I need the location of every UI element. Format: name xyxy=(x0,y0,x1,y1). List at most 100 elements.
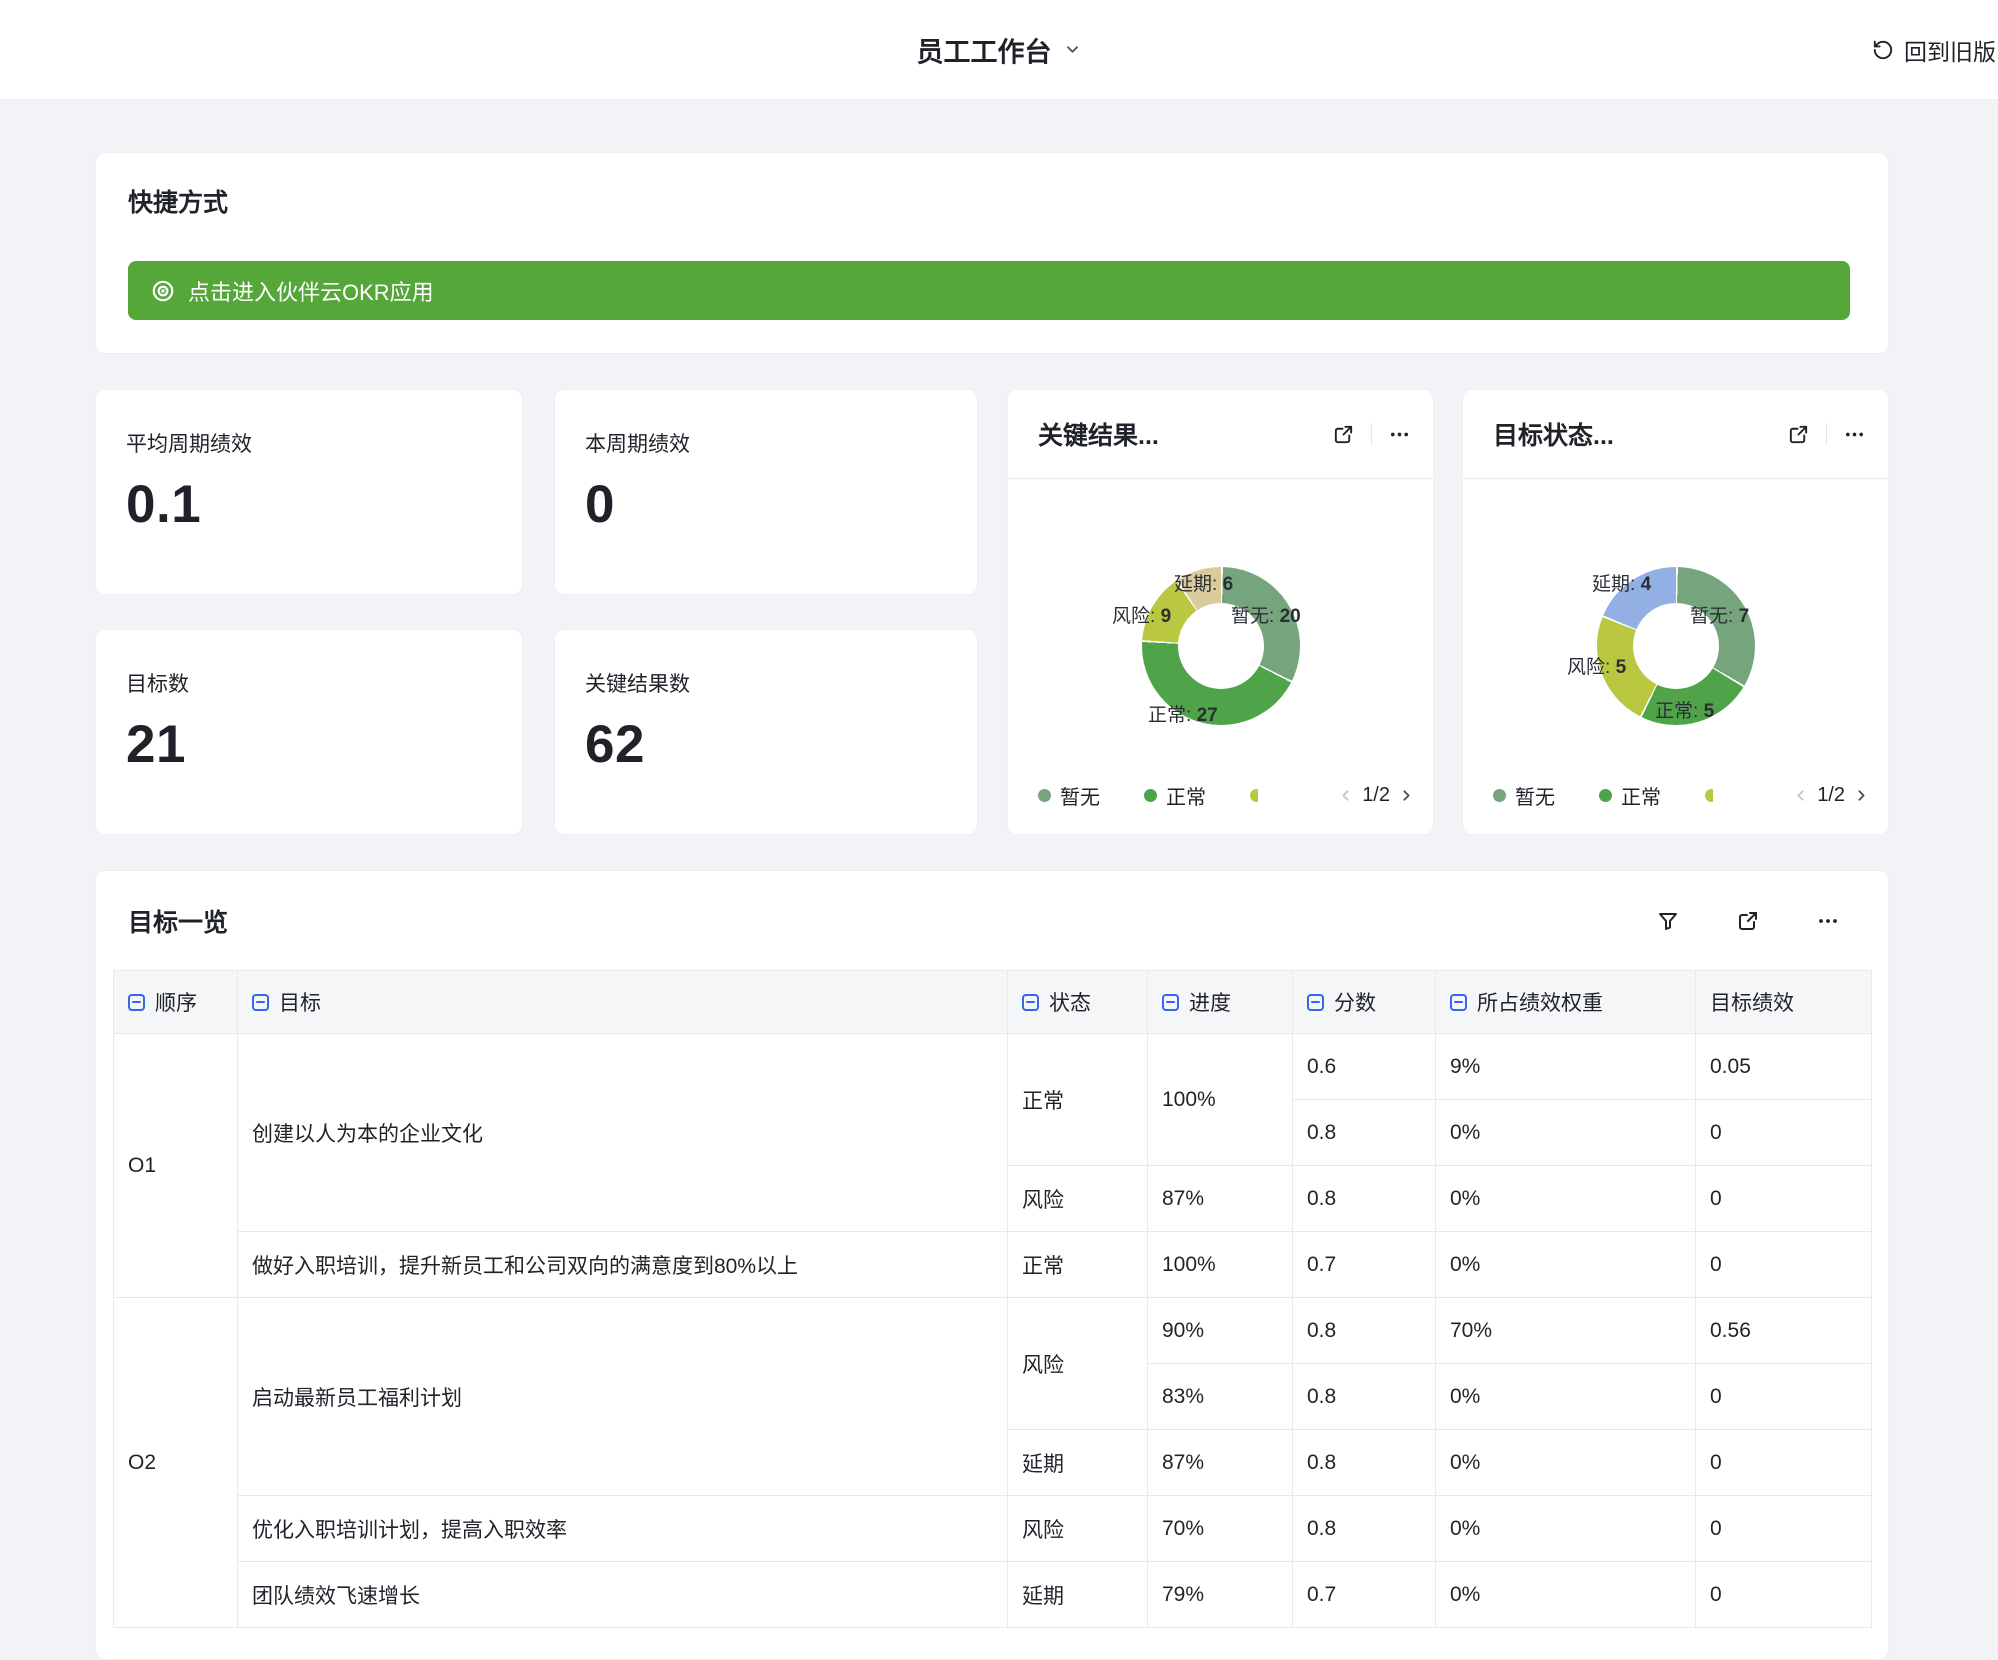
status-cell: 风险 xyxy=(1008,1298,1148,1430)
page-indicator: 1/2 xyxy=(1817,784,1845,807)
more-icon[interactable] xyxy=(1816,909,1840,933)
donut-label: 风险: 5 xyxy=(1567,652,1626,679)
legend-item[interactable]: 正常 xyxy=(1144,781,1206,810)
shortcuts-title: 快捷方式 xyxy=(128,183,1888,219)
prev-page-icon[interactable] xyxy=(1792,787,1809,804)
goal-cell: 创建以人为本的企业文化 xyxy=(238,1034,1008,1232)
collapse-column-icon[interactable] xyxy=(1450,994,1467,1011)
stat-card-avg-cycle-performance: 平均周期绩效 0.1 xyxy=(95,389,523,595)
page-indicator: 1/2 xyxy=(1362,784,1390,807)
donut-label: 暂无: 20 xyxy=(1231,601,1301,628)
divider xyxy=(1826,423,1827,445)
column-header-goal: 目标 xyxy=(238,971,1008,1034)
table-row: 团队绩效飞速增长 延期 79% 0.7 0% 0 xyxy=(114,1562,1872,1628)
legend-item[interactable]: 正常 xyxy=(1599,781,1661,810)
next-page-icon[interactable] xyxy=(1398,787,1415,804)
external-link-icon[interactable] xyxy=(1736,909,1760,933)
donut-label: 暂无: 7 xyxy=(1690,601,1749,628)
filter-icon[interactable] xyxy=(1656,909,1680,933)
score-cell: 0.8 xyxy=(1293,1298,1436,1364)
status-cell: 正常 xyxy=(1008,1034,1148,1166)
weight-cell: 0% xyxy=(1436,1562,1696,1628)
progress-cell: 90% xyxy=(1148,1298,1293,1364)
app-header: 员工工作台 回到旧版 xyxy=(0,0,1998,100)
progress-cell: 100% xyxy=(1148,1034,1293,1166)
key-results-chart-card: 关键结果... 延期: 6 暂无: 20 风险: 9 正常: 27 暂无 正常 … xyxy=(1007,389,1434,835)
chart-title: 关键结果... xyxy=(1038,416,1332,452)
legend-dot xyxy=(1144,789,1157,802)
goals-card-header: 目标一览 xyxy=(96,871,1888,970)
legend-label: 正常 xyxy=(1166,781,1206,810)
score-cell: 0.8 xyxy=(1293,1364,1436,1430)
perf-cell: 0 xyxy=(1696,1232,1872,1298)
progress-cell: 79% xyxy=(1148,1562,1293,1628)
weight-cell: 0% xyxy=(1436,1100,1696,1166)
legend-label: 正常 xyxy=(1621,781,1661,810)
progress-cell: 100% xyxy=(1148,1232,1293,1298)
legend-dot xyxy=(1599,789,1612,802)
legend-item[interactable]: 暂无 xyxy=(1493,781,1555,810)
collapse-column-icon[interactable] xyxy=(252,994,269,1011)
legend-label: 暂无 xyxy=(1060,781,1100,810)
order-cell: O2 xyxy=(114,1298,238,1628)
goal-cell: 启动最新员工福利计划 xyxy=(238,1298,1008,1496)
progress-cell: 87% xyxy=(1148,1166,1293,1232)
donut-label: 正常: 27 xyxy=(1148,700,1218,727)
prev-page-icon[interactable] xyxy=(1337,787,1354,804)
chart-body: 延期: 4 暂无: 7 风险: 5 正常: 5 暂无 正常 1/2 xyxy=(1463,479,1888,834)
workspace-switcher[interactable]: 员工工作台 xyxy=(917,30,1082,69)
donut-label: 正常: 5 xyxy=(1655,696,1714,723)
goal-status-chart-card: 目标状态... 延期: 4 暂无: 7 风险: 5 正常: 5 暂无 正常 1/… xyxy=(1462,389,1889,835)
legend-item-partial[interactable] xyxy=(1705,789,1713,802)
chart-card-header: 关键结果... xyxy=(1008,390,1433,479)
chart-legend: 暂无 正常 1/2 xyxy=(1493,780,1870,810)
more-icon[interactable] xyxy=(1843,423,1866,446)
goal-table: 顺序 目标 状态 进度 分数 所占绩效权重 目标绩效 O1 创建以人为本的企业文… xyxy=(113,970,1872,1628)
donut-label: 延期: 6 xyxy=(1174,569,1233,596)
stat-label: 关键结果数 xyxy=(585,668,977,698)
donut-label: 风险: 9 xyxy=(1112,601,1171,628)
status-cell: 延期 xyxy=(1008,1430,1148,1496)
collapse-column-icon[interactable] xyxy=(128,994,145,1011)
legend-dot xyxy=(1705,789,1713,802)
external-link-icon[interactable] xyxy=(1332,423,1355,446)
perf-cell: 0 xyxy=(1696,1430,1872,1496)
perf-cell: 0 xyxy=(1696,1100,1872,1166)
okr-app-button[interactable]: 点击进入伙伴云OKR应用 xyxy=(128,261,1850,320)
back-to-old-version-link[interactable]: 回到旧版 xyxy=(1871,33,1996,67)
legend-item-partial[interactable] xyxy=(1250,789,1258,802)
legend-dot xyxy=(1250,789,1258,802)
weight-cell: 70% xyxy=(1436,1298,1696,1364)
back-to-old-label: 回到旧版 xyxy=(1904,33,1996,67)
column-header-score: 分数 xyxy=(1293,971,1436,1034)
perf-cell: 0 xyxy=(1696,1496,1872,1562)
stat-card-goal-count: 目标数 21 xyxy=(95,629,523,835)
column-header-goal-performance: 目标绩效 xyxy=(1696,971,1872,1034)
collapse-column-icon[interactable] xyxy=(1022,994,1039,1011)
perf-cell: 0.56 xyxy=(1696,1298,1872,1364)
status-cell: 正常 xyxy=(1008,1232,1148,1298)
chart-body: 延期: 6 暂无: 20 风险: 9 正常: 27 暂无 正常 1/2 xyxy=(1008,479,1433,834)
legend-pager: 1/2 xyxy=(1792,784,1870,807)
collapse-column-icon[interactable] xyxy=(1307,994,1324,1011)
status-cell: 风险 xyxy=(1008,1166,1148,1232)
chart-legend: 暂无 正常 1/2 xyxy=(1038,780,1415,810)
page-title: 员工工作台 xyxy=(917,30,1052,69)
legend-label: 暂无 xyxy=(1515,781,1555,810)
score-cell: 0.8 xyxy=(1293,1166,1436,1232)
stat-value: 0 xyxy=(585,474,977,535)
next-page-icon[interactable] xyxy=(1853,787,1870,804)
goals-overview-card: 目标一览 顺序 目标 状态 进度 分数 所占绩效权重 目标绩效 O1 创建以人为… xyxy=(95,870,1889,1660)
more-icon[interactable] xyxy=(1388,423,1411,446)
shortcuts-card: 快捷方式 点击进入伙伴云OKR应用 xyxy=(95,152,1889,354)
legend-pager: 1/2 xyxy=(1337,784,1415,807)
collapse-column-icon[interactable] xyxy=(1162,994,1179,1011)
legend-item[interactable]: 暂无 xyxy=(1038,781,1100,810)
external-link-icon[interactable] xyxy=(1787,423,1810,446)
target-icon xyxy=(150,278,176,304)
weight-cell: 0% xyxy=(1436,1232,1696,1298)
score-cell: 0.8 xyxy=(1293,1430,1436,1496)
stat-label: 目标数 xyxy=(126,668,522,698)
stat-label: 平均周期绩效 xyxy=(126,428,522,458)
score-cell: 0.8 xyxy=(1293,1100,1436,1166)
